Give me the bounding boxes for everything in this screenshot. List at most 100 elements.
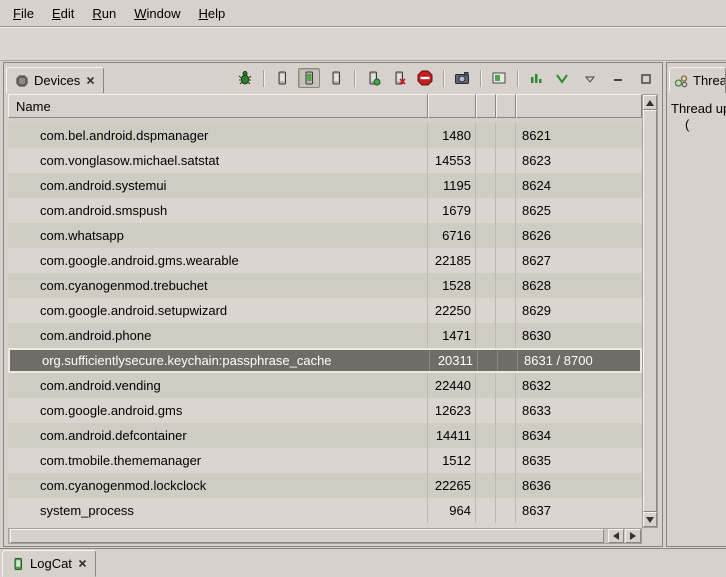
maximize-icon[interactable] — [636, 70, 656, 88]
process-port: 8626 — [516, 223, 642, 248]
table-row[interactable]: com.cyanogenmod.lockclock 22265 8636 — [8, 473, 642, 498]
table-row[interactable]: com.android.defcontainer 14411 8634 — [8, 423, 642, 448]
dump-hprof-icon[interactable] — [389, 69, 409, 87]
table-row[interactable]: org.sufficientlysecure.keychain:passphra… — [8, 348, 642, 373]
process-name: com.google.android.gms — [8, 398, 428, 423]
column-header-name[interactable]: Name — [8, 94, 428, 118]
menu-window[interactable]: Window — [125, 3, 189, 24]
tab-logcat[interactable]: LogCat — [2, 550, 96, 577]
process-pid: 22265 — [428, 473, 476, 498]
process-col3 — [476, 123, 496, 148]
table-row[interactable]: com.android.vending 22440 8632 — [8, 373, 642, 398]
device-table-body: com.bel.android.dspmanager 1480 8621 com… — [8, 118, 642, 528]
process-port: 8627 — [516, 248, 642, 273]
table-row[interactable]: com.tmobile.thememanager 1512 8635 — [8, 448, 642, 473]
process-pid: 22185 — [428, 248, 476, 273]
debug-icon[interactable] — [235, 69, 255, 87]
tab-devices[interactable]: Devices — [6, 67, 104, 93]
close-icon[interactable] — [77, 558, 88, 569]
process-port: 8624 — [516, 173, 642, 198]
process-pid: 1480 — [428, 123, 476, 148]
process-port: 8635 — [516, 448, 642, 473]
menu-edit[interactable]: Edit — [43, 3, 83, 24]
device-table-header: Name — [8, 94, 642, 118]
menu-run[interactable]: Run — [83, 3, 125, 24]
process-port: 8631 / 8700 — [518, 350, 640, 371]
process-port: 8630 — [516, 323, 642, 348]
process-pid: 14553 — [428, 148, 476, 173]
table-row[interactable]: com.google.android.gms.wearable 22185 86… — [8, 248, 642, 273]
scroll-right-icon[interactable] — [625, 529, 641, 543]
column-header-pid[interactable] — [428, 94, 476, 118]
process-pid: 22440 — [428, 373, 476, 398]
update-heap-icon[interactable] — [363, 69, 383, 87]
scroll-left-icon[interactable] — [608, 529, 624, 543]
table-row[interactable]: com.bel.android.dspmanager 1480 8621 — [8, 123, 642, 148]
scroll-up-icon[interactable] — [643, 95, 657, 110]
device-view-icon[interactable] — [489, 69, 509, 87]
process-port: 8637 — [516, 498, 642, 523]
process-col4 — [496, 248, 516, 273]
menu-help[interactable]: Help — [189, 3, 234, 24]
thread-updates-icon[interactable] — [526, 69, 546, 87]
threads-message: Thread up ( — [667, 93, 726, 133]
process-name: com.cyanogenmod.trebuchet — [8, 273, 428, 298]
table-row[interactable]: com.android.smspush 1679 8625 — [8, 198, 642, 223]
device-online-icon[interactable] — [298, 68, 320, 88]
tab-threads[interactable]: Threa — [669, 67, 726, 93]
vertical-scroll-thumb[interactable] — [643, 110, 657, 512]
heap-updates-icon[interactable] — [552, 69, 572, 87]
process-col3 — [476, 198, 496, 223]
close-icon[interactable] — [85, 75, 96, 86]
table-row[interactable]: com.vonglasow.michael.satstat 14553 8623 — [8, 148, 642, 173]
process-col3 — [476, 498, 496, 523]
column-header-port[interactable] — [516, 94, 642, 118]
column-header-c3[interactable] — [476, 94, 496, 118]
table-row[interactable]: com.android.systemui 1195 8624 — [8, 173, 642, 198]
device-table: Name com.bel.android.dspmanager 1480 862… — [8, 94, 658, 544]
process-pid: 1679 — [428, 198, 476, 223]
process-name: com.tmobile.thememanager — [8, 448, 428, 473]
process-pid: 12623 — [428, 398, 476, 423]
table-row[interactable]: com.cyanogenmod.trebuchet 1528 8628 — [8, 273, 642, 298]
menu-file[interactable]: File — [4, 3, 43, 24]
process-pid: 14411 — [428, 423, 476, 448]
process-pid: 22250 — [428, 298, 476, 323]
process-port: 8629 — [516, 298, 642, 323]
process-port: 8625 — [516, 198, 642, 223]
devices-tab-label: Devices — [34, 73, 80, 88]
column-header-c4[interactable] — [496, 94, 516, 118]
vertical-scrollbar[interactable] — [642, 94, 658, 528]
process-name: com.bel.android.dspmanager — [8, 123, 428, 148]
process-col3 — [476, 273, 496, 298]
device-icon[interactable] — [272, 69, 292, 87]
device-plain-icon[interactable] — [326, 69, 346, 87]
horizontal-scrollbar[interactable] — [8, 528, 642, 544]
logcat-bar: LogCat — [0, 548, 726, 577]
threads-message-line1: Thread up — [671, 101, 726, 117]
process-col3 — [476, 148, 496, 173]
table-row[interactable]: system_process 964 8637 — [8, 498, 642, 523]
process-col4 — [496, 148, 516, 173]
minimize-icon[interactable] — [608, 70, 628, 88]
process-col4 — [496, 223, 516, 248]
process-name: com.android.phone — [8, 323, 428, 348]
scroll-down-icon[interactable] — [643, 512, 657, 527]
stop-icon[interactable] — [415, 69, 435, 87]
logcat-icon — [10, 555, 25, 573]
devices-window-controls — [580, 70, 662, 93]
view-menu-icon[interactable] — [580, 70, 600, 88]
threads-tab-label: Threa — [693, 73, 726, 88]
screenshot-icon[interactable] — [452, 69, 472, 87]
table-row[interactable]: com.google.android.setupwizard 22250 862… — [8, 298, 642, 323]
process-col3 — [476, 448, 496, 473]
process-col4 — [496, 173, 516, 198]
table-row[interactable]: com.android.phone 1471 8630 — [8, 323, 642, 348]
toolbar-separator — [263, 70, 264, 87]
table-row[interactable]: com.whatsapp 6716 8626 — [8, 223, 642, 248]
table-row[interactable]: com.google.android.gms 12623 8633 — [8, 398, 642, 423]
main-toolbar-strip — [0, 27, 726, 61]
process-port: 8633 — [516, 398, 642, 423]
process-pid: 1471 — [428, 323, 476, 348]
horizontal-scroll-thumb[interactable] — [10, 529, 604, 543]
